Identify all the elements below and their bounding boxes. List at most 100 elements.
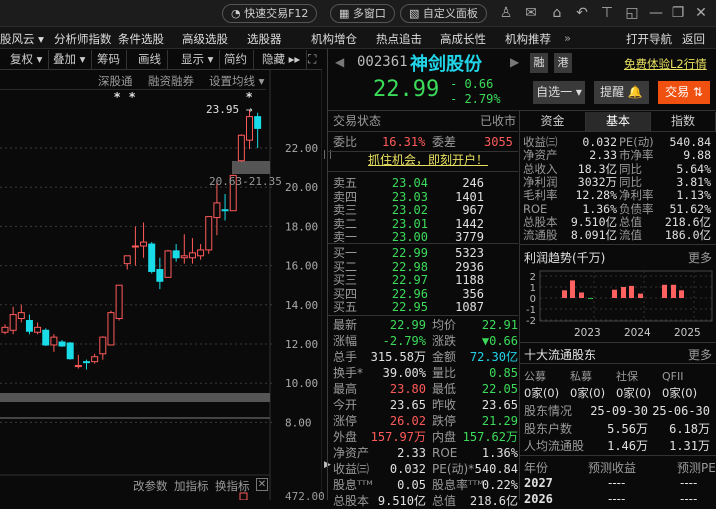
stat-value: 157.62万	[462, 430, 518, 444]
watchlist-dropdown[interactable]: 自选一 ▾	[533, 81, 585, 104]
candlestick-chart[interactable]: 22.00 20.00 18.00 16.00 14.00 12.00 10.00 8.00	[0, 70, 322, 500]
next-stock-icon[interactable]: ▶	[510, 55, 519, 69]
stat-label: 今开	[333, 398, 358, 412]
menu-item[interactable]: 高成长性	[440, 31, 486, 47]
close-icon[interactable]: ✕	[693, 5, 709, 21]
holder-row-label: 人均流通股	[524, 439, 585, 453]
ask-price: 23.00	[391, 230, 428, 245]
hk-connect-tag[interactable]: 港	[554, 53, 572, 73]
menu-more[interactable]: »	[564, 31, 571, 45]
toolbar-restore-rights[interactable]: 复权 ▾	[4, 50, 50, 69]
candle-body	[1, 326, 9, 333]
candle-body	[50, 336, 58, 346]
home-icon[interactable]: ⌂	[549, 5, 565, 21]
candle-body	[213, 202, 221, 219]
alert-button[interactable]: 提醒 🔔	[594, 81, 649, 104]
switch-indicator-button[interactable]: 换指标	[215, 478, 250, 494]
holder-row-value: 6.18万	[669, 421, 710, 436]
stat-value: 2.33	[397, 446, 426, 460]
grid-icon: ▦	[339, 7, 353, 20]
stat-value: 22.05	[481, 382, 518, 396]
profit-more-link[interactable]: 更多	[688, 249, 712, 266]
stat-value: 23.65	[481, 398, 518, 412]
toolbar-overlay[interactable]: 叠加 ▾	[47, 50, 93, 69]
holders-more-link[interactable]: 更多	[688, 346, 712, 363]
toolbar-simple[interactable]: 简约	[218, 50, 254, 69]
stat-label: 跌停	[432, 414, 457, 428]
profit-bar	[612, 289, 617, 298]
trade-button[interactable]: 交易 ⇅	[658, 81, 710, 104]
stat-value: 0.22%	[481, 478, 518, 492]
back-icon[interactable]: ↶	[574, 5, 590, 21]
profit-bar	[562, 290, 567, 298]
open-account-link[interactable]: 抓住机会，即刻开户！	[368, 153, 488, 168]
profit-bar	[679, 290, 684, 298]
profit-y-tick: 0	[530, 294, 536, 305]
holder-type-label: 公募	[524, 370, 546, 383]
ask-level-label: 卖一	[333, 230, 358, 245]
stat-value: 0.05	[397, 478, 426, 492]
menu-item[interactable]: 选股器	[247, 31, 282, 47]
candle-body	[180, 255, 188, 259]
menu-item[interactable]: 高级选股	[182, 31, 228, 47]
candle-body	[188, 252, 196, 259]
menu-item[interactable]: 分析师指数	[54, 31, 112, 47]
menu-item[interactable]: 返回	[682, 31, 705, 47]
minimize-icon[interactable]: —	[648, 5, 664, 21]
stat-value: 9.510亿	[377, 494, 426, 508]
stat-label: 涨停	[333, 414, 358, 428]
candle-body	[237, 134, 245, 162]
stat-label: ROE	[432, 446, 458, 460]
holder-row-value: 1.31万	[669, 439, 710, 453]
restore-small-icon[interactable]: ◱	[624, 5, 640, 21]
toolbar-draw[interactable]: 画线	[132, 50, 168, 69]
fullscreen-icon[interactable]: ⛶	[308, 52, 316, 67]
candle-body	[148, 243, 156, 272]
margin-tag[interactable]: 融	[530, 53, 548, 73]
mail-icon[interactable]: ✉	[523, 5, 539, 21]
stat-label: 最新	[333, 318, 358, 332]
tab-index[interactable]: 指数	[651, 112, 716, 131]
custom-panel-button[interactable]: ▧ 自定义面板	[400, 4, 487, 23]
holder-type-label: 私募	[570, 370, 592, 383]
menu-item[interactable]: 热点追击	[376, 31, 422, 47]
custom-panel-label: 自定义面板	[422, 7, 478, 20]
prev-stock-icon[interactable]: ◀	[335, 55, 344, 69]
quick-trade-button[interactable]: ◔ 快速交易F12	[222, 4, 318, 23]
toolbar-display[interactable]: 显示 ▾	[175, 50, 221, 69]
menu-item[interactable]: 机构推荐	[505, 31, 551, 47]
stat-value: 39.00%	[382, 366, 426, 380]
menu-item[interactable]: 机构增仓	[311, 31, 357, 47]
stat-label: 金额	[432, 350, 457, 364]
maximize-icon[interactable]: ❐	[670, 5, 686, 21]
fund-label: 流通股	[523, 228, 558, 243]
holder-type-count: 0家(0)	[616, 386, 652, 400]
toolbar-hide[interactable]: 隐藏 ▸▸	[256, 50, 308, 69]
multi-window-button[interactable]: ▦ 多窗口	[330, 4, 395, 23]
candle-body	[99, 336, 107, 355]
stat-label: 涨幅	[333, 334, 358, 348]
user-icon[interactable]: ♙	[498, 5, 514, 21]
edit-params-button[interactable]: 改参数	[133, 478, 168, 494]
menu-item[interactable]: 股风云 ▾	[0, 31, 44, 47]
tab-funds[interactable]: 资金	[520, 112, 586, 131]
tab-fundamentals[interactable]: 基本	[586, 112, 651, 131]
add-indicator-button[interactable]: 加指标	[174, 478, 209, 494]
stat-label: 量比	[432, 366, 457, 380]
candle-body	[164, 250, 172, 278]
top-holders-title: 十大流通股东	[524, 348, 597, 362]
menu-item[interactable]: 条件选股	[118, 31, 164, 47]
holder-type-count: 0家(0)	[524, 386, 560, 400]
price-axis-tick: 20.00	[285, 181, 318, 194]
profit-bar	[662, 284, 667, 298]
free-l2-link[interactable]: 免费体验L2行情	[624, 56, 707, 72]
menu-item[interactable]: 打开导航	[626, 31, 672, 47]
holder-type-count: 0家(0)	[570, 386, 606, 400]
toolbar-chips[interactable]: 筹码	[91, 50, 127, 69]
stat-value: 0.032	[389, 462, 426, 476]
skin-icon[interactable]: ⊤	[599, 5, 615, 21]
stat-label: 昨收	[432, 398, 457, 412]
bid-volume: 1087	[455, 300, 484, 315]
profit-bar	[638, 293, 643, 298]
close-indicator-icon[interactable]: ✕	[256, 478, 268, 491]
